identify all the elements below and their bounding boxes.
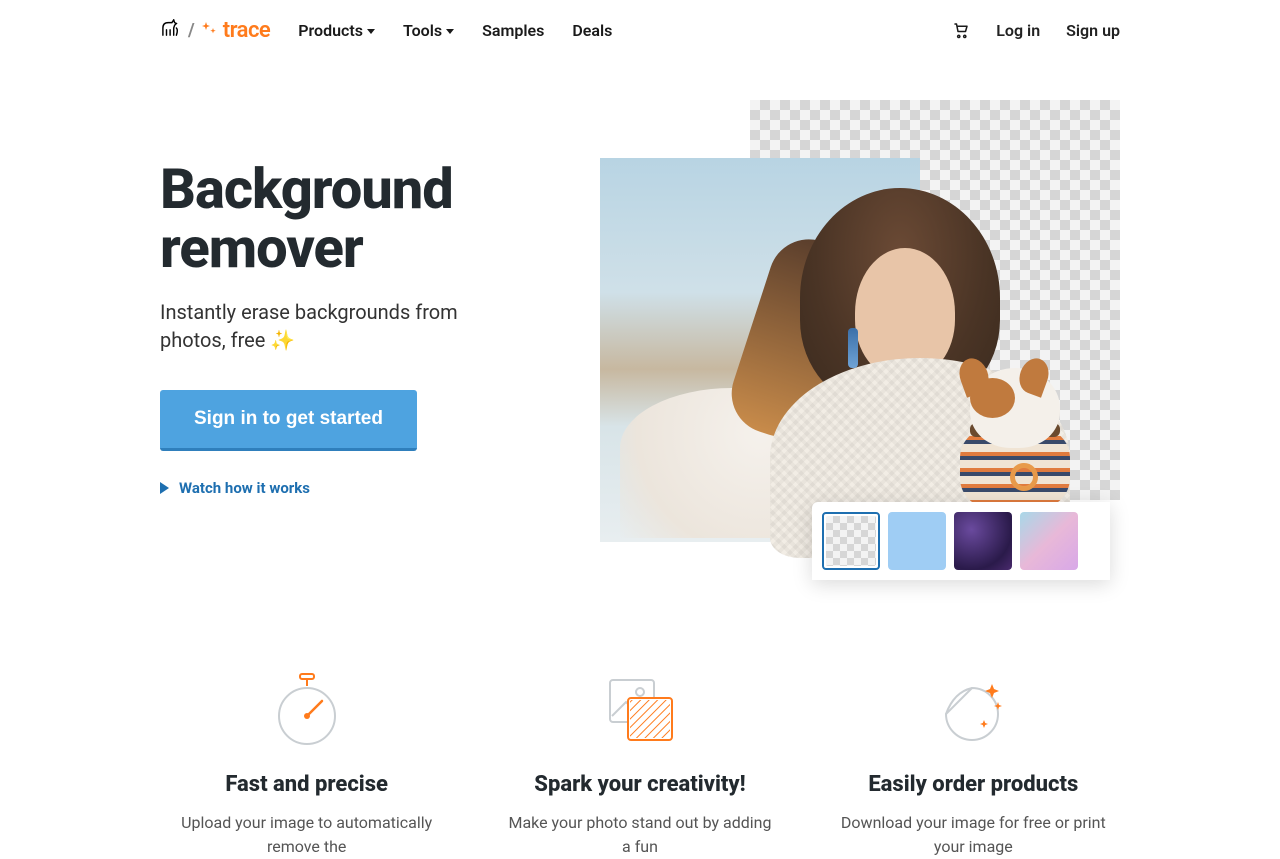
images-icon [503, 670, 776, 750]
feature-desc: Upload your image to automatically remov… [170, 811, 443, 859]
nav-right: Log in Sign up [952, 21, 1120, 40]
bg-option-light-blue[interactable] [888, 512, 946, 570]
nav-samples[interactable]: Samples [482, 21, 544, 40]
hero-title-line2: remover [160, 215, 363, 281]
nav-samples-label: Samples [482, 21, 544, 40]
navbar: / trace Products Tools Samples Deals [160, 0, 1120, 60]
sparkle-emoji: ✨ [270, 328, 295, 352]
horse-icon [160, 19, 182, 41]
nav-deals-label: Deals [572, 21, 612, 40]
original-photo [600, 158, 920, 542]
nav-tools-label: Tools [403, 21, 442, 40]
hero-image-area [600, 100, 1120, 580]
nav-tools[interactable]: Tools [403, 21, 454, 40]
feature-desc: Download your image for free or print yo… [837, 811, 1110, 859]
hero-title: Background remover [160, 160, 580, 278]
feature-title: Fast and precise [170, 772, 443, 797]
hero: Background remover Instantly erase backg… [160, 100, 1120, 580]
feature-fast: Fast and precise Upload your image to au… [160, 670, 453, 859]
feature-title: Spark your creativity! [503, 772, 776, 797]
slash-icon: / [188, 20, 195, 41]
nav-deals[interactable]: Deals [572, 21, 612, 40]
sparkle-icon [201, 20, 217, 40]
sticker-sparkle-icon [837, 670, 1110, 750]
background-picker [812, 502, 1110, 580]
login-link[interactable]: Log in [996, 21, 1040, 40]
logo[interactable]: / trace [160, 18, 270, 43]
bg-option-transparent[interactable] [822, 512, 880, 570]
hero-title-line1: Background [160, 156, 453, 222]
cart-icon[interactable] [952, 21, 970, 39]
feature-desc: Make your photo stand out by adding a fu… [503, 811, 776, 859]
feature-creativity: Spark your creativity! Make your photo s… [493, 670, 786, 859]
stopwatch-icon [170, 670, 443, 750]
nav-products-label: Products [298, 21, 363, 40]
feature-title: Easily order products [837, 772, 1110, 797]
watch-how-label: Watch how it works [179, 479, 310, 497]
bg-option-galaxy[interactable] [954, 512, 1012, 570]
hero-sub: Instantly erase backgrounds from photos,… [160, 298, 520, 354]
hero-sub-text: Instantly erase backgrounds from photos,… [160, 300, 458, 352]
hero-left: Background remover Instantly erase backg… [160, 100, 580, 580]
logo-word: trace [223, 18, 271, 43]
signup-link[interactable]: Sign up [1066, 21, 1120, 40]
chevron-down-icon [446, 29, 454, 34]
chevron-down-icon [367, 29, 375, 34]
nav-links: Products Tools Samples Deals [298, 21, 612, 40]
features-row: Fast and precise Upload your image to au… [160, 670, 1120, 859]
watch-how-link[interactable]: Watch how it works [160, 479, 580, 497]
bg-option-watercolor[interactable] [1020, 512, 1078, 570]
nav-products[interactable]: Products [298, 21, 375, 40]
feature-order: Easily order products Download your imag… [827, 670, 1120, 859]
sign-in-button[interactable]: Sign in to get started [160, 390, 417, 451]
play-icon [160, 482, 169, 494]
